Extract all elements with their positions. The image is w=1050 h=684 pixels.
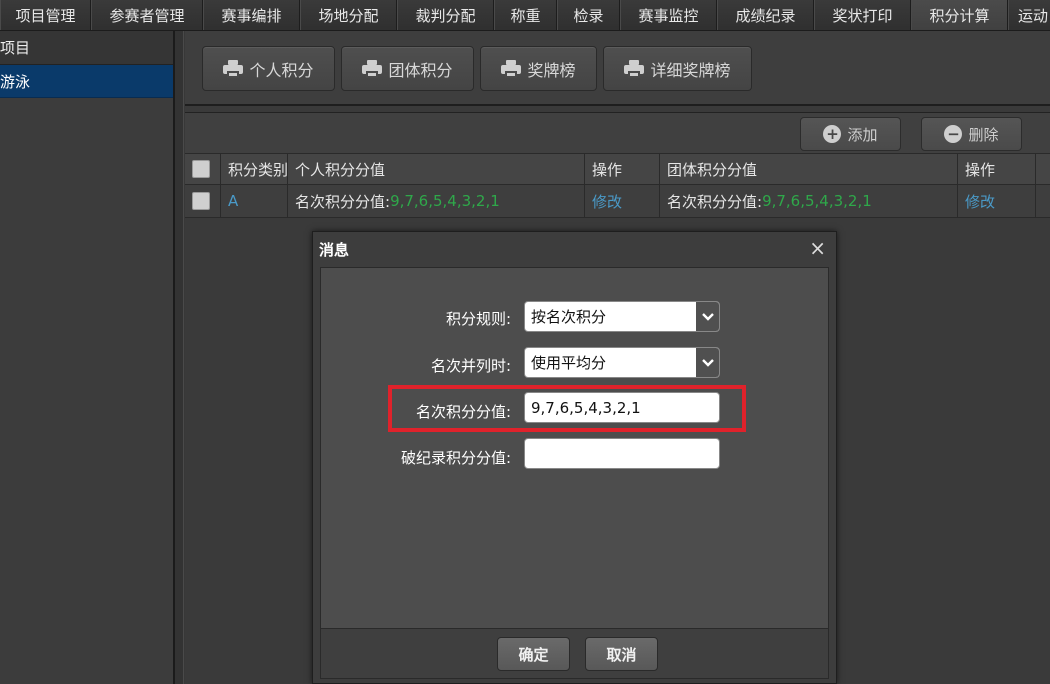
chevron-down-icon[interactable]: [696, 302, 719, 331]
personal-score-cell: 名次积分分值: 9,7,6,5,4,3,2,1: [288, 185, 585, 217]
rank-score-input[interactable]: 9,7,6,5,4,3,2,1: [524, 392, 720, 423]
tab-monitor[interactable]: 赛事监控: [620, 0, 717, 30]
rule-label: 积分规则:: [445, 310, 511, 328]
col-header-team[interactable]: 团体积分分值: [660, 154, 958, 184]
tab-certificate-print[interactable]: 奖状打印: [814, 0, 911, 30]
sidebar: 项目 游泳: [0, 31, 174, 684]
tab-venue-assign[interactable]: 场地分配: [300, 0, 397, 30]
select-all-checkbox[interactable]: [192, 160, 210, 178]
sidebar-item-swimming[interactable]: 游泳: [0, 65, 173, 98]
record-score-input[interactable]: [524, 438, 720, 469]
report-toolbar: 个人积分 团体积分 奖牌榜 详细奖牌榜: [185, 31, 1050, 106]
col-header-action-2[interactable]: 操作: [958, 154, 1036, 184]
delete-button[interactable]: − 删除: [921, 117, 1022, 151]
printer-icon: [501, 59, 522, 78]
tab-schedule[interactable]: 赛事编排: [203, 0, 300, 30]
dialog-title: 消息: [319, 240, 350, 259]
grid-toolbar: + 添加 − 删除: [185, 113, 1050, 153]
tie-label: 名次并列时:: [430, 357, 511, 375]
cancel-button[interactable]: 取消: [585, 637, 658, 671]
rule-select[interactable]: 按名次积分: [524, 301, 720, 332]
tie-select[interactable]: 使用平均分: [524, 347, 720, 378]
top-tab-bar: 项目管理 参赛者管理 赛事编排 场地分配 裁判分配 称重 检录 赛事监控 成绩纪…: [0, 0, 1050, 31]
dialog-footer: 确定 取消: [320, 629, 829, 679]
tab-weigh-in[interactable]: 称重: [494, 0, 557, 30]
tab-referee-assign[interactable]: 裁判分配: [397, 0, 494, 30]
edit-team-link[interactable]: 修改: [958, 185, 1036, 217]
col-header-action[interactable]: 操作: [585, 154, 660, 184]
tab-athlete[interactable]: 运动: [1008, 0, 1050, 30]
team-score-cell: 名次积分分值: 9,7,6,5,4,3,2,1: [660, 185, 958, 217]
dialog-form: 积分规则: 按名次积分 名次并列时: 使用平均分 名次积分分值: 9,7,6,5…: [320, 267, 829, 629]
panel-splitter[interactable]: [174, 31, 184, 684]
chevron-down-icon[interactable]: [696, 348, 719, 377]
detailed-medal-table-button[interactable]: 详细奖牌榜: [603, 46, 752, 91]
add-button[interactable]: + 添加: [800, 117, 901, 151]
row-select-cell: [185, 185, 221, 217]
grid-header: 积分类别 个人积分分值 操作 团体积分分值 操作: [185, 153, 1050, 185]
printer-icon: [624, 59, 645, 78]
medal-table-button[interactable]: 奖牌榜: [480, 46, 597, 91]
printer-icon: [223, 59, 244, 78]
rank-score-label: 名次积分分值:: [415, 403, 511, 421]
category-cell: A: [221, 185, 288, 217]
tab-score-calc[interactable]: 积分计算: [911, 0, 1008, 30]
personal-score-button[interactable]: 个人积分: [202, 46, 335, 91]
table-row: A 名次积分分值: 9,7,6,5,4,3,2,1 修改 名次积分分值: 9,7,6…: [185, 185, 1050, 218]
team-score-button[interactable]: 团体积分: [341, 46, 474, 91]
tab-project-management[interactable]: 项目管理: [0, 0, 91, 30]
plus-circle-icon: +: [823, 125, 842, 143]
minus-circle-icon: −: [944, 125, 963, 143]
col-header-category[interactable]: 积分类别: [221, 154, 288, 184]
printer-icon: [362, 59, 383, 78]
record-score-label: 破纪录积分分值:: [400, 449, 511, 467]
tab-results-record[interactable]: 成绩纪录: [717, 0, 814, 30]
ok-button[interactable]: 确定: [497, 637, 570, 671]
close-icon[interactable]: ×: [809, 238, 826, 258]
message-dialog: 消息 × 积分规则: 按名次积分 名次并列时: 使用平均分 名次积分分值: 9,…: [312, 231, 837, 684]
select-all-cell: [185, 154, 221, 184]
row-checkbox[interactable]: [192, 192, 210, 210]
tab-check-in[interactable]: 检录: [557, 0, 620, 30]
tab-participant-management[interactable]: 参赛者管理: [91, 0, 203, 30]
sidebar-header: 项目: [0, 31, 173, 65]
edit-personal-link[interactable]: 修改: [585, 185, 660, 217]
col-header-personal[interactable]: 个人积分分值: [288, 154, 585, 184]
